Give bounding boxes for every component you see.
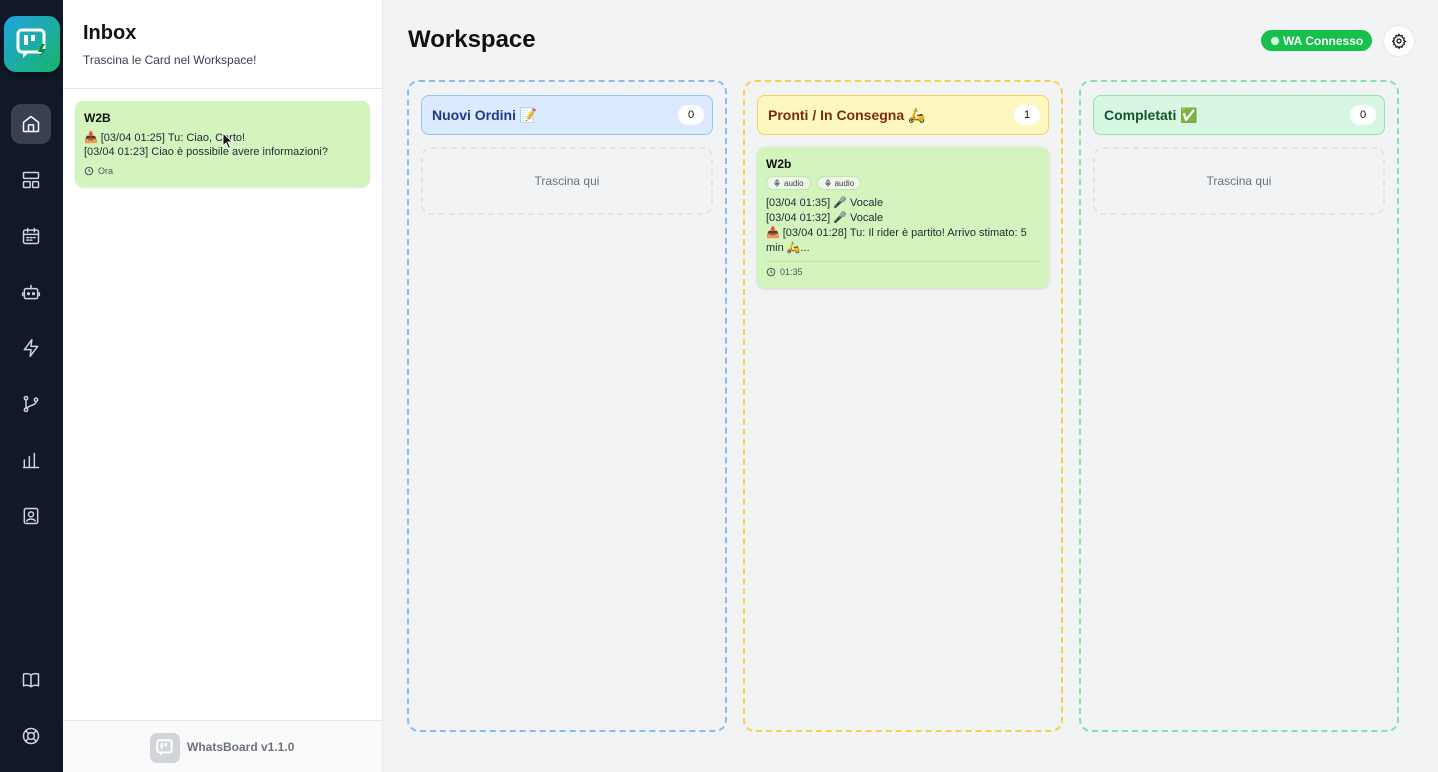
audio-chip[interactable]: audio xyxy=(816,176,862,190)
mouse-cursor-icon xyxy=(222,132,234,150)
settings-button[interactable] xyxy=(1383,25,1415,57)
card-title: W2B xyxy=(84,111,111,125)
footer-logo-icon xyxy=(150,733,180,763)
page-title: Workspace xyxy=(408,26,536,53)
column-title: Nuovi Ordini 📝 xyxy=(432,106,538,123)
inbox-title: Inbox xyxy=(83,22,137,44)
book-icon[interactable] xyxy=(11,660,51,700)
card-message: 📥 [03/04 01:28] Tu: Il rider è partito! … xyxy=(766,227,1027,254)
card-divider xyxy=(766,261,1040,262)
inbox-footer: WhatsBoard v1.1.0 xyxy=(63,720,382,772)
app-version: WhatsBoard v1.1.0 xyxy=(187,740,295,754)
card-time-text: Ora xyxy=(98,166,114,176)
column-title: Pronti / In Consegna 🛵 xyxy=(768,106,926,123)
column-nuovi-ordini[interactable]: Nuovi Ordini 📝 0 Trascina qui xyxy=(407,80,727,732)
column-header: Nuovi Ordini 📝 0 xyxy=(421,95,713,135)
card-message: [03/04 01:35] 🎤 Vocale xyxy=(766,197,884,209)
card-message: 📥 [03/04 01:25] Tu: Ciao, Certo! xyxy=(84,132,246,144)
card-time: 01:35 xyxy=(766,267,803,277)
column-pronti-in-consegna[interactable]: Pronti / In Consegna 🛵 1 W2b audio audio… xyxy=(743,80,1063,732)
column-completati[interactable]: Completati ✅ 0 Trascina qui xyxy=(1079,80,1399,732)
inbox-panel: Inbox Trascina le Card nel Workspace! W2… xyxy=(63,0,383,772)
microphone-icon xyxy=(824,179,831,187)
drop-zone[interactable]: Trascina qui xyxy=(1093,147,1385,215)
calendar-icon[interactable] xyxy=(11,216,51,256)
bot-icon[interactable] xyxy=(11,272,51,312)
gear-icon xyxy=(1391,33,1407,49)
bar-chart-icon[interactable] xyxy=(11,440,51,480)
card-time: Ora xyxy=(84,166,113,176)
attachment-chips: audio audio xyxy=(766,176,862,190)
column-title: Completati ✅ xyxy=(1104,106,1198,123)
contacts-icon[interactable] xyxy=(11,496,51,536)
drop-zone[interactable]: Trascina qui xyxy=(421,147,713,215)
home-icon[interactable] xyxy=(11,104,51,144)
inbox-list: W2B 📥 [03/04 01:25] Tu: Ciao, Certo! [03… xyxy=(63,90,382,720)
clock-icon xyxy=(766,267,776,277)
column-count: 0 xyxy=(678,105,704,125)
microphone-icon xyxy=(774,179,780,187)
column-header: Pronti / In Consegna 🛵 1 xyxy=(757,95,1049,135)
column-count: 0 xyxy=(1350,105,1376,125)
status-badge: WA Connesso xyxy=(1261,30,1372,51)
icon-rail xyxy=(0,0,63,772)
card-time-text: 01:35 xyxy=(780,267,803,277)
column-header: Completati ✅ 0 xyxy=(1093,95,1385,135)
card-message: [03/04 01:32] 🎤 Vocale xyxy=(766,212,884,224)
audio-chip[interactable]: audio xyxy=(766,176,811,190)
git-branch-icon[interactable] xyxy=(11,384,51,424)
app-logo-icon[interactable] xyxy=(4,16,60,72)
inbox-header: Inbox Trascina le Card nel Workspace! xyxy=(63,0,382,89)
status-dot-icon xyxy=(1271,36,1279,45)
chip-label: audio xyxy=(834,178,855,188)
chip-label: audio xyxy=(784,178,804,188)
clock-icon xyxy=(84,166,94,176)
status-badge-text: WA Connesso xyxy=(1283,33,1364,48)
column-count: 1 xyxy=(1014,105,1040,125)
inbox-subtitle: Trascina le Card nel Workspace! xyxy=(83,53,257,67)
card-message: [03/04 01:23] Ciao è possibile avere inf… xyxy=(84,146,328,158)
card-title: W2b xyxy=(766,157,792,171)
workspace-card[interactable]: W2b audio audio [03/04 01:35] 🎤 Vocale [… xyxy=(757,147,1049,288)
help-icon[interactable] xyxy=(11,716,51,756)
layout-icon[interactable] xyxy=(11,160,51,200)
lightning-icon[interactable] xyxy=(11,328,51,368)
